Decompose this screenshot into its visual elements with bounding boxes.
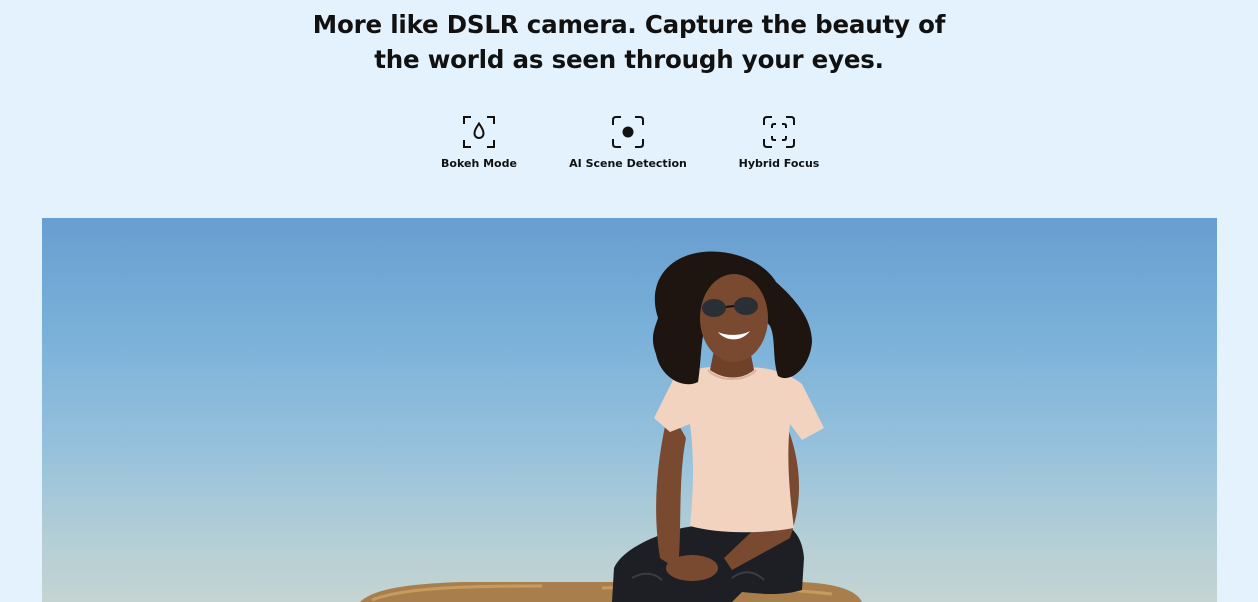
feature-bokeh-mode: Bokeh Mode (399, 114, 559, 170)
headline-line-1: More like DSLR camera. Capture the beaut… (312, 10, 946, 39)
page: More like DSLR camera. Capture the beaut… (0, 0, 1258, 602)
feature-list: Bokeh Mode AI Scene Detection Hybrid Foc… (0, 114, 1258, 184)
feature-label: AI Scene Detection (569, 157, 687, 170)
headline: More like DSLR camera. Capture the beaut… (0, 7, 1258, 77)
feature-ai-scene-detection: AI Scene Detection (548, 114, 708, 170)
feature-label: Hybrid Focus (738, 157, 820, 170)
bokeh-icon (461, 114, 497, 150)
feature-hybrid-focus: Hybrid Focus (699, 114, 859, 170)
hybrid-focus-icon (761, 114, 797, 150)
hero-photo (42, 218, 1217, 602)
feature-label: Bokeh Mode (441, 157, 517, 170)
hero-illustration (360, 251, 862, 602)
ai-scene-icon (610, 114, 646, 150)
headline-line-2: the world as seen through your eyes. (374, 45, 884, 74)
